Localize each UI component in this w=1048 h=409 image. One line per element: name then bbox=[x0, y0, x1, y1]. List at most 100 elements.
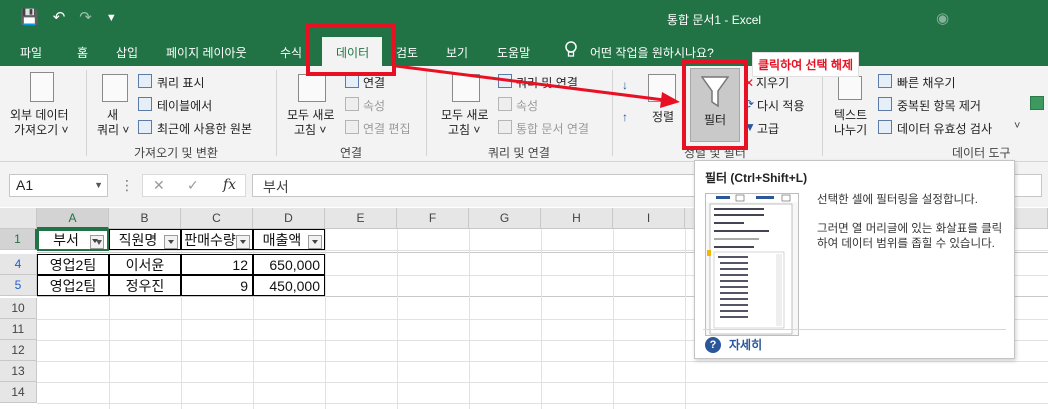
consolidate-icon[interactable] bbox=[1030, 96, 1044, 110]
ribbon-separator bbox=[276, 70, 277, 156]
reapply-button[interactable]: 다시 적용 bbox=[757, 97, 805, 114]
enter-icon[interactable]: ✓ bbox=[187, 177, 199, 194]
row-header-14[interactable]: 14 bbox=[0, 382, 37, 403]
ribbon-separator bbox=[426, 70, 427, 156]
tooltip-more-label[interactable]: 자세히 bbox=[729, 336, 762, 353]
refresh-all-icon[interactable] bbox=[298, 74, 326, 102]
edit-links-button[interactable]: 연결 편집 bbox=[363, 120, 411, 137]
query-properties-button[interactable]: 속성 bbox=[516, 97, 538, 114]
row-header-10[interactable]: 10 bbox=[0, 298, 37, 319]
column-header-c[interactable]: C bbox=[181, 208, 253, 229]
queries-connections-button[interactable]: 쿼리 및 연결 bbox=[516, 74, 578, 91]
cell-a5[interactable]: 영업2팀 bbox=[37, 275, 109, 296]
touch-mode-icon[interactable]: ◉ bbox=[936, 9, 949, 27]
title-bar: 💾 ↶ ↷ ▼ 통합 문서1 - Excel ◉ bbox=[0, 0, 1048, 37]
text-to-columns-icon[interactable] bbox=[838, 76, 862, 100]
edit-links-icon bbox=[345, 120, 359, 134]
from-table-button[interactable]: 테이블에서 bbox=[157, 97, 212, 114]
row-header-4[interactable]: 4 bbox=[0, 254, 37, 275]
more-options-icon[interactable]: ⋮ bbox=[120, 177, 134, 194]
filter-dropdown-d[interactable] bbox=[308, 235, 322, 249]
highlight-data-tab bbox=[306, 24, 396, 76]
column-header-g[interactable]: G bbox=[469, 208, 541, 229]
workbook-links-icon bbox=[498, 120, 512, 134]
tooltip-more-link[interactable]: ? 자세히 bbox=[705, 336, 762, 353]
cell-b4[interactable]: 이서윤 bbox=[109, 254, 181, 275]
filter-menu-preview-icon bbox=[706, 194, 798, 335]
recent-sources-icon bbox=[138, 120, 152, 134]
tab-home[interactable]: 홈 bbox=[77, 44, 88, 61]
cell-c4[interactable]: 12 bbox=[181, 254, 253, 275]
chevron-down-icon[interactable]: ▼ bbox=[94, 180, 103, 190]
advanced-button[interactable]: 고급 bbox=[757, 120, 779, 137]
group-connections-label: 연결 bbox=[340, 146, 363, 160]
name-box[interactable]: A1 ▼ bbox=[9, 174, 108, 197]
external-data-icon[interactable] bbox=[30, 72, 54, 102]
cell-d5[interactable]: 450,000 bbox=[253, 275, 325, 296]
row-header-11[interactable]: 11 bbox=[0, 319, 37, 340]
flash-fill-button[interactable]: 빠른 채우기 bbox=[897, 74, 956, 91]
gridline bbox=[325, 229, 326, 409]
workbook-links-button[interactable]: 통합 문서 연결 bbox=[516, 120, 589, 137]
tab-view[interactable]: 보기 bbox=[446, 44, 468, 61]
window-title: 통합 문서1 - Excel bbox=[666, 13, 762, 27]
cell-b5[interactable]: 정우진 bbox=[109, 275, 181, 296]
row-header-1[interactable]: 1 bbox=[0, 229, 37, 250]
tooltip-description: 선택한 셀에 필터링을 설정합니다. 그러면 열 머리글에 있는 화살표를 클릭… bbox=[817, 193, 1007, 266]
column-header-i[interactable]: I bbox=[613, 208, 685, 229]
column-header-e[interactable]: E bbox=[325, 208, 397, 229]
column-header-f[interactable]: F bbox=[397, 208, 469, 229]
sort-dialog-icon[interactable] bbox=[648, 74, 676, 102]
select-all-corner[interactable] bbox=[0, 208, 37, 229]
sort-az-icon[interactable]: ↓ bbox=[622, 78, 628, 92]
cell-a4[interactable]: 영업2팀 bbox=[37, 254, 109, 275]
tab-page-layout[interactable]: 페이지 레이아웃 bbox=[166, 44, 247, 61]
new-query-label-2[interactable]: 쿼리 ˅ bbox=[97, 121, 129, 138]
insert-function-icon[interactable]: fx bbox=[223, 177, 236, 193]
properties-button[interactable]: 속성 bbox=[363, 97, 385, 114]
tooltip-title: 필터 (Ctrl+Shift+L) bbox=[705, 171, 808, 185]
callout-label: 클릭하여 선택 해제 bbox=[752, 52, 859, 77]
column-header-b[interactable]: B bbox=[109, 208, 181, 229]
gridline bbox=[37, 361, 1048, 362]
row-header-12[interactable]: 12 bbox=[0, 340, 37, 361]
row-header-5[interactable]: 5 bbox=[0, 275, 37, 296]
filter-dropdown-b[interactable] bbox=[164, 235, 178, 249]
remove-duplicates-button[interactable]: 중복된 항목 제거 bbox=[897, 97, 981, 114]
tab-review[interactable]: 검토 bbox=[396, 44, 418, 61]
column-header-d[interactable]: D bbox=[253, 208, 325, 229]
dropdown-arrow-icon[interactable]: ˅ bbox=[1014, 120, 1020, 132]
ribbon-separator bbox=[822, 70, 823, 156]
column-header-a[interactable]: A bbox=[37, 208, 109, 229]
refresh-all-queries-label-2[interactable]: 고침 ˅ bbox=[448, 121, 480, 138]
tab-help[interactable]: 도움말 bbox=[497, 44, 530, 61]
column-header-h[interactable]: H bbox=[541, 208, 613, 229]
gridline bbox=[685, 229, 686, 409]
properties-icon bbox=[345, 97, 359, 111]
queries-connections-icon bbox=[498, 74, 512, 88]
cell-c5[interactable]: 9 bbox=[181, 275, 253, 296]
show-query-icon bbox=[138, 74, 152, 88]
tab-file[interactable]: 파일 bbox=[20, 44, 42, 61]
row-header-13[interactable]: 13 bbox=[0, 361, 37, 382]
connections-button[interactable]: 연결 bbox=[363, 74, 385, 91]
recent-sources-button[interactable]: 최근에 사용한 원본 bbox=[157, 120, 252, 137]
formula-buttons: ✕ ✓ fx bbox=[142, 174, 246, 197]
external-data-label-2[interactable]: 가져오기 ˅ bbox=[14, 121, 69, 138]
show-query-button[interactable]: 쿼리 표시 bbox=[157, 74, 205, 91]
new-query-icon[interactable] bbox=[102, 74, 128, 102]
text-to-columns-label-2[interactable]: 나누기 bbox=[834, 121, 867, 138]
tab-insert[interactable]: 삽입 bbox=[116, 44, 138, 61]
cell-d4[interactable]: 650,000 bbox=[253, 254, 325, 275]
sort-button[interactable]: 정렬 bbox=[652, 108, 674, 125]
tell-me-search[interactable]: 어떤 작업을 원하시나요? bbox=[590, 44, 714, 61]
refresh-all-label-2[interactable]: 고침 ˅ bbox=[294, 121, 326, 138]
tab-formulas[interactable]: 수식 bbox=[280, 44, 302, 61]
gridline bbox=[37, 403, 1048, 404]
refresh-all-queries-icon[interactable] bbox=[452, 74, 480, 102]
filter-dropdown-c[interactable] bbox=[236, 235, 250, 249]
group-get-transform-label: 가져오기 및 변환 bbox=[134, 146, 218, 160]
sort-za-icon[interactable]: ↑ bbox=[622, 110, 628, 124]
cancel-icon[interactable]: ✕ bbox=[153, 177, 165, 194]
data-validation-button[interactable]: 데이터 유효성 검사 bbox=[897, 120, 992, 137]
